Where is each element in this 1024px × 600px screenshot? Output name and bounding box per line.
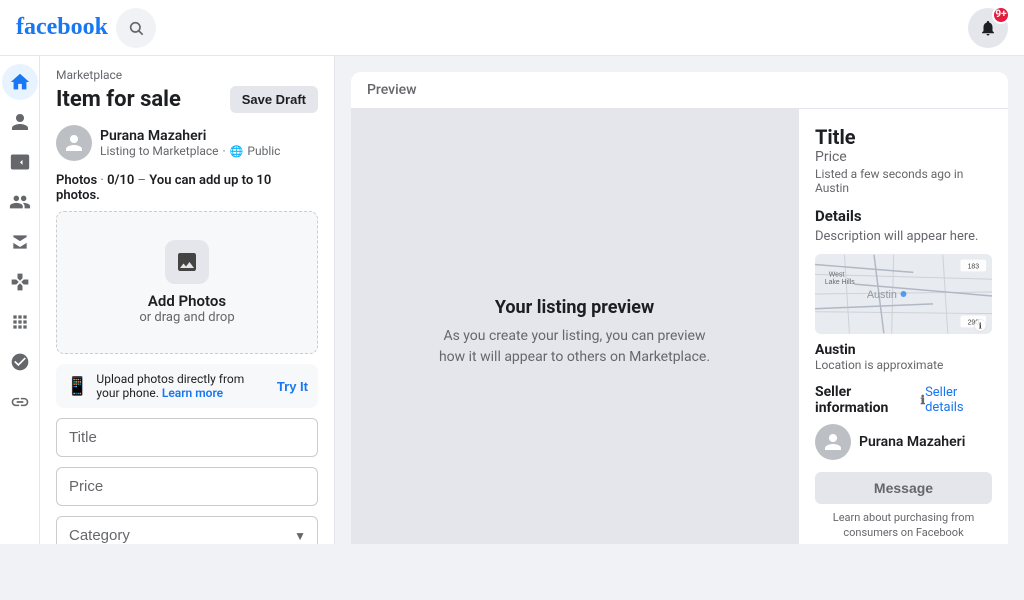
sidebar-item-marketplace[interactable] — [2, 224, 38, 260]
user-listing-info: Listing to Marketplace · 🌐 Public — [100, 144, 280, 158]
svg-text:West: West — [829, 271, 845, 278]
preview-body: Your listing preview As you create your … — [351, 109, 1008, 544]
message-button[interactable]: Message — [815, 472, 992, 504]
preview-card: Preview Your listing preview As you crea… — [351, 72, 1008, 544]
search-button[interactable] — [116, 8, 156, 48]
seller-section-label: Seller information ℹ — [815, 384, 925, 416]
notification-badge: 9+ — [992, 6, 1010, 24]
add-photos-icon — [165, 240, 209, 284]
seller-name: Purana Mazaheri — [859, 434, 965, 450]
main-layout: Marketplace Item for sale Save Draft Pur… — [0, 56, 1024, 544]
logo[interactable]: facebook — [16, 14, 108, 41]
try-it-button[interactable]: Try It — [277, 379, 308, 394]
category-select-wrap: Category ▼ — [56, 516, 318, 544]
sidebar-item-watch[interactable] — [2, 144, 38, 180]
sidebar-item-gaming[interactable] — [2, 264, 38, 300]
user-name: Purana Mazaheri — [100, 128, 280, 144]
seller-row: Purana Mazaheri — [815, 424, 992, 460]
sidebar-item-apps[interactable] — [2, 304, 38, 340]
globe-icon: 🌐 — [230, 145, 244, 158]
user-row: Purana Mazaheri Listing to Marketplace ·… — [56, 125, 318, 161]
add-photos-sub: or drag and drop — [139, 310, 234, 325]
form-panel: Marketplace Item for sale Save Draft Pur… — [40, 56, 335, 544]
preview-location-name: Austin — [815, 342, 992, 358]
price-input[interactable] — [56, 467, 318, 506]
phone-icon: 📱 — [66, 376, 88, 397]
add-photos-dropzone[interactable]: Add Photos or drag and drop — [56, 211, 318, 354]
sidebar-item-friends[interactable] — [2, 184, 38, 220]
seller-details-link[interactable]: Seller details — [925, 385, 992, 415]
preview-location-sub: Location is approximate — [815, 358, 992, 372]
notifications-button[interactable]: 9+ — [968, 8, 1008, 48]
preview-listing-title: Title — [815, 125, 992, 149]
preview-image-area: Your listing preview As you create your … — [351, 109, 798, 544]
svg-text:ℹ: ℹ — [979, 321, 982, 330]
user-info: Purana Mazaheri Listing to Marketplace ·… — [100, 128, 280, 158]
map-placeholder: Austin 183 290 West Lake Hills ℹ — [815, 254, 992, 334]
save-draft-button[interactable]: Save Draft — [230, 86, 318, 113]
upload-phone-row: 📱 Upload photos directly from your phone… — [56, 364, 318, 408]
svg-text:Lake Hills: Lake Hills — [825, 279, 855, 286]
svg-text:Austin: Austin — [867, 289, 897, 301]
preview-details-label: Details — [815, 207, 992, 225]
preview-panel: Preview Your listing preview As you crea… — [335, 56, 1024, 544]
preview-listing-meta: Listed a few seconds ago in Austin — [815, 167, 992, 195]
sidebar-item-link[interactable] — [2, 384, 38, 420]
seller-avatar — [815, 424, 851, 460]
page-title: Item for sale — [56, 87, 181, 112]
breadcrumb: Marketplace — [56, 68, 318, 82]
topnav-right: 9+ — [968, 8, 1008, 48]
svg-text:183: 183 — [968, 263, 980, 270]
learn-more-link[interactable]: Learn more — [162, 386, 223, 400]
category-select[interactable]: Category — [56, 516, 318, 544]
preview-listing-price: Price — [815, 149, 992, 165]
add-photos-label: Add Photos — [148, 292, 226, 310]
topnav: facebook 9+ — [0, 0, 1024, 56]
form-title-row: Item for sale Save Draft — [56, 86, 318, 113]
seller-section-header: Seller information ℹ Seller details — [815, 384, 992, 416]
upload-phone-text: Upload photos directly from your phone. … — [96, 372, 269, 400]
preview-header: Preview — [351, 72, 1008, 109]
title-input[interactable] — [56, 418, 318, 457]
purchase-info: Learn about purchasing from consumers on… — [815, 510, 992, 541]
sidebar-item-profile[interactable] — [2, 104, 38, 140]
sidebar — [0, 56, 40, 544]
preview-empty-title: Your listing preview — [495, 297, 654, 318]
sidebar-item-home[interactable] — [2, 64, 38, 100]
preview-details-panel: Title Price Listed a few seconds ago in … — [798, 109, 1008, 544]
preview-description: Description will appear here. — [815, 229, 992, 244]
avatar — [56, 125, 92, 161]
preview-empty-sub: As you create your listing, you can prev… — [439, 326, 710, 368]
photos-label: Photos · 0/10 – You can add up to 10 pho… — [56, 173, 318, 203]
sidebar-item-people[interactable] — [2, 344, 38, 380]
